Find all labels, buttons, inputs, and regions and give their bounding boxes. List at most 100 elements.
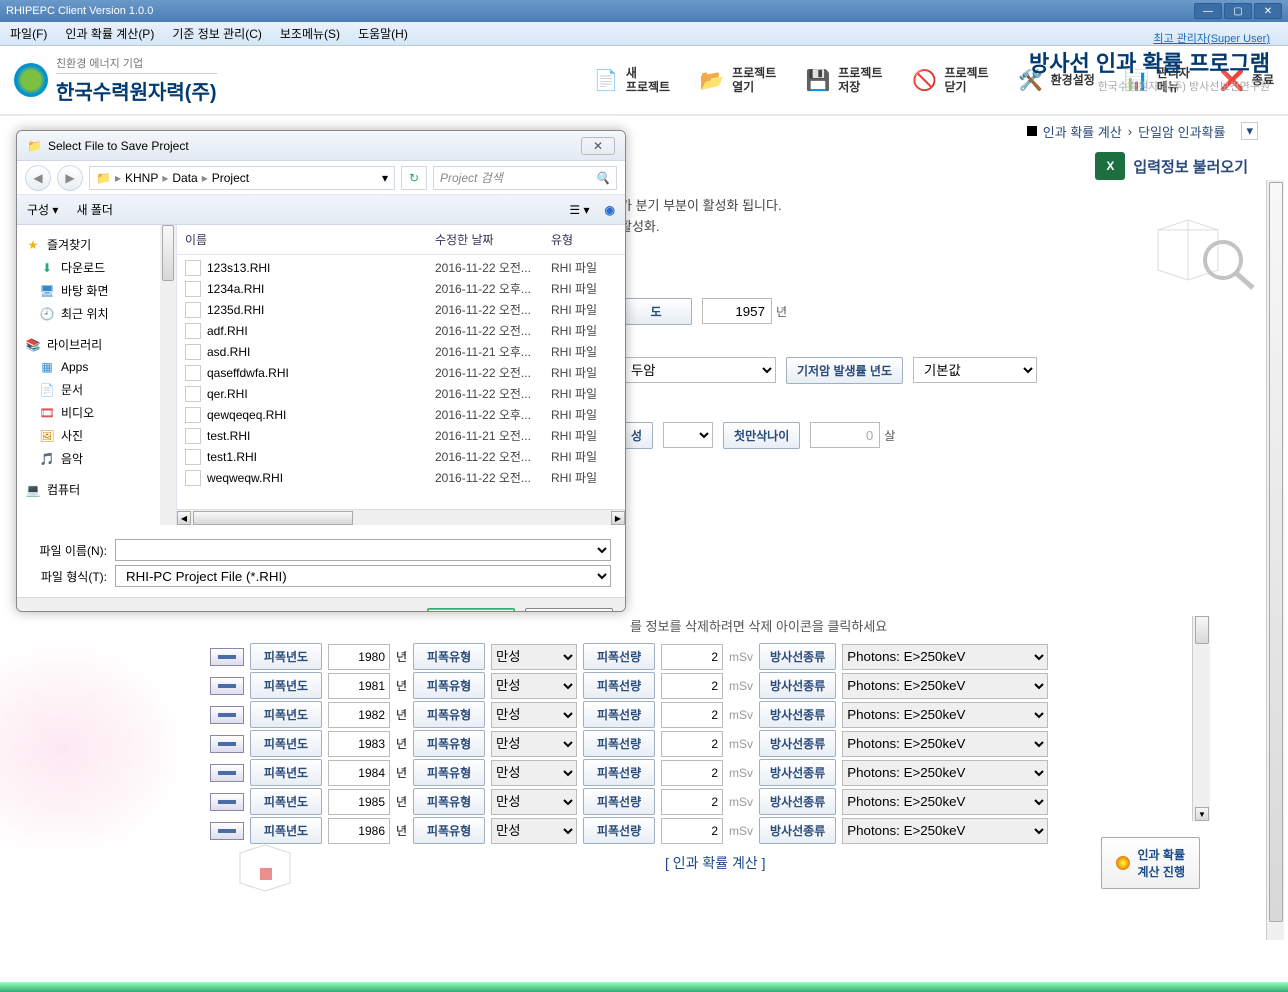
file-list-hscroll[interactable]: ◀ ▶ [177, 509, 625, 525]
sex-select[interactable] [663, 422, 713, 448]
file-row[interactable]: weqweqw.RHI2016-11-22 오전...RHI 파일 [185, 467, 617, 488]
row-delete-button[interactable] [210, 677, 244, 695]
exposure-year-input[interactable]: 1985 [328, 789, 390, 815]
col-type[interactable]: 유형 [551, 231, 617, 248]
file-row[interactable]: 1234a.RHI2016-11-22 오후...RHI 파일 [185, 278, 617, 299]
sidebar-favorites[interactable]: ★즐겨찾기 [23, 233, 170, 256]
col-name[interactable]: 이름 [185, 231, 435, 248]
save-project-button[interactable]: 💾 프로젝트 저장 [802, 64, 882, 96]
menu-sub[interactable]: 보조메뉴(S) [280, 25, 340, 42]
organize-button[interactable]: 구성 ▾ [27, 201, 58, 218]
breadcrumb-item-1[interactable]: 인과 확률 계산 [1043, 122, 1122, 141]
import-button[interactable]: 입력정보 불러오기 [1133, 156, 1248, 177]
sidebar-library[interactable]: 📚라이브러리 [23, 333, 170, 356]
view-mode-button[interactable]: ☰ ▾ [564, 200, 594, 220]
close-button[interactable]: ✕ [1254, 3, 1282, 19]
sidebar-pictures[interactable]: 🖼사진 [23, 424, 170, 447]
filetype-select[interactable]: RHI-PC Project File (*.RHI) [115, 565, 611, 587]
file-row[interactable]: 1235d.RHI2016-11-22 오전...RHI 파일 [185, 299, 617, 320]
exposure-dose-input[interactable]: 2 [661, 731, 723, 757]
radiation-type-select[interactable]: Photons: E>250keV [842, 731, 1048, 757]
row-delete-button[interactable] [210, 764, 244, 782]
minimize-button[interactable]: — [1194, 3, 1222, 19]
exposure-year-input[interactable]: 1984 [328, 760, 390, 786]
radiation-type-select[interactable]: Photons: E>250keV [842, 789, 1048, 815]
path-seg-2[interactable]: Data [172, 171, 197, 185]
sidebar-scrollbar[interactable] [160, 225, 176, 525]
help-button[interactable]: ◉ [605, 203, 615, 217]
table-scrollbar[interactable]: ▲ ▼ [1192, 616, 1210, 821]
exposure-year-input[interactable]: 1983 [328, 731, 390, 757]
new-folder-button[interactable]: 새 폴더 [76, 201, 112, 218]
nav-back-button[interactable]: ◀ [25, 165, 51, 191]
hscroll-left-icon[interactable]: ◀ [177, 511, 191, 525]
exposure-year-input[interactable]: 1980 [328, 644, 390, 670]
row-delete-button[interactable] [210, 735, 244, 753]
menu-calc[interactable]: 인과 확률 계산(P) [65, 25, 154, 42]
exposure-year-input[interactable]: 1982 [328, 702, 390, 728]
open-project-button[interactable]: 📂 프로젝트 열기 [696, 64, 776, 96]
maximize-button[interactable]: ▢ [1224, 3, 1252, 19]
file-row[interactable]: test.RHI2016-11-21 오전...RHI 파일 [185, 425, 617, 446]
sidebar-documents[interactable]: 📄문서 [23, 378, 170, 401]
address-bar[interactable]: 📁 ▸ KHNP ▸ Data ▸ Project ▾ [89, 166, 395, 190]
exposure-year-input[interactable]: 1981 [328, 673, 390, 699]
dialog-close-button[interactable]: ✕ [581, 137, 615, 155]
page-scrollbar-thumb[interactable] [1269, 182, 1283, 922]
sidebar-video[interactable]: 🎞비디오 [23, 401, 170, 424]
exposure-type-select[interactable]: 만성 [491, 731, 577, 757]
filename-input[interactable] [115, 539, 611, 561]
radiation-type-select[interactable]: Photons: E>250keV [842, 760, 1048, 786]
cancer-site-select[interactable]: 두암 [620, 357, 776, 383]
path-seg-3[interactable]: Project [212, 171, 249, 185]
sidebar-downloads[interactable]: ⬇다운로드 [23, 256, 170, 279]
radiation-type-select[interactable]: Photons: E>250keV [842, 673, 1048, 699]
radiation-type-select[interactable]: Photons: E>250keV [842, 702, 1048, 728]
search-box[interactable]: Project 검색 🔍 [433, 166, 617, 190]
file-row[interactable]: qewqeqeq.RHI2016-11-22 오후...RHI 파일 [185, 404, 617, 425]
row-delete-button[interactable] [210, 648, 244, 666]
cancel-button[interactable]: 취소 [525, 608, 613, 613]
hscroll-right-icon[interactable]: ▶ [611, 511, 625, 525]
exposure-dose-input[interactable]: 2 [661, 760, 723, 786]
path-seg-1[interactable]: KHNP [125, 171, 158, 185]
scroll-down-icon[interactable]: ▼ [1195, 807, 1209, 821]
exposure-type-select[interactable]: 만성 [491, 760, 577, 786]
exposure-dose-input[interactable]: 2 [661, 673, 723, 699]
dropdown-icon[interactable]: ▾ [1241, 122, 1258, 140]
file-row[interactable]: asd.RHI2016-11-21 오후...RHI 파일 [185, 341, 617, 362]
run-calculation-button[interactable]: 인과 확률 계산 진행 [1101, 837, 1201, 889]
superuser-link[interactable]: 최고 관리자(Super User) [1029, 30, 1270, 46]
exposure-dose-input[interactable]: 2 [661, 644, 723, 670]
address-dropdown-icon[interactable]: ▾ [382, 171, 388, 185]
base-year-select[interactable]: 기본값 [913, 357, 1037, 383]
breadcrumb-item-2[interactable]: 단일암 인과확률 [1138, 122, 1225, 141]
row-delete-button[interactable] [210, 706, 244, 724]
nav-forward-button[interactable]: ▶ [57, 165, 83, 191]
first-menarche-input[interactable] [810, 422, 880, 448]
scrollbar-thumb[interactable] [1195, 616, 1209, 644]
row-delete-button[interactable] [210, 793, 244, 811]
file-row[interactable]: test1.RHI2016-11-22 오전...RHI 파일 [185, 446, 617, 467]
sidebar-music[interactable]: 🎵음악 [23, 447, 170, 470]
exposure-type-select[interactable]: 만성 [491, 702, 577, 728]
sidebar-computer[interactable]: 💻컴퓨터 [23, 478, 170, 501]
refresh-button[interactable]: ↻ [401, 166, 427, 190]
exposure-type-select[interactable]: 만성 [491, 644, 577, 670]
exposure-type-select[interactable]: 만성 [491, 789, 577, 815]
close-project-button[interactable]: 🚫 프로젝트 닫기 [908, 64, 988, 96]
hscroll-thumb[interactable] [193, 511, 353, 525]
menu-file[interactable]: 파일(F) [10, 25, 47, 42]
radiation-type-select[interactable]: Photons: E>250keV [842, 644, 1048, 670]
sidebar-recent[interactable]: 🕘최근 위치 [23, 302, 170, 325]
file-row[interactable]: qer.RHI2016-11-22 오전...RHI 파일 [185, 383, 617, 404]
exposure-type-select[interactable]: 만성 [491, 673, 577, 699]
birth-year-input[interactable] [702, 298, 772, 324]
sidebar-apps[interactable]: ▦Apps [23, 356, 170, 378]
menu-standard[interactable]: 기준 정보 관리(C) [172, 25, 262, 42]
new-project-button[interactable]: 📄 새 프로젝트 [590, 64, 670, 96]
page-scrollbar[interactable] [1266, 180, 1284, 940]
file-row[interactable]: 123s13.RHI2016-11-22 오전...RHI 파일 [185, 257, 617, 278]
save-button[interactable]: 저장(S) [427, 608, 515, 613]
exposure-dose-input[interactable]: 2 [661, 789, 723, 815]
